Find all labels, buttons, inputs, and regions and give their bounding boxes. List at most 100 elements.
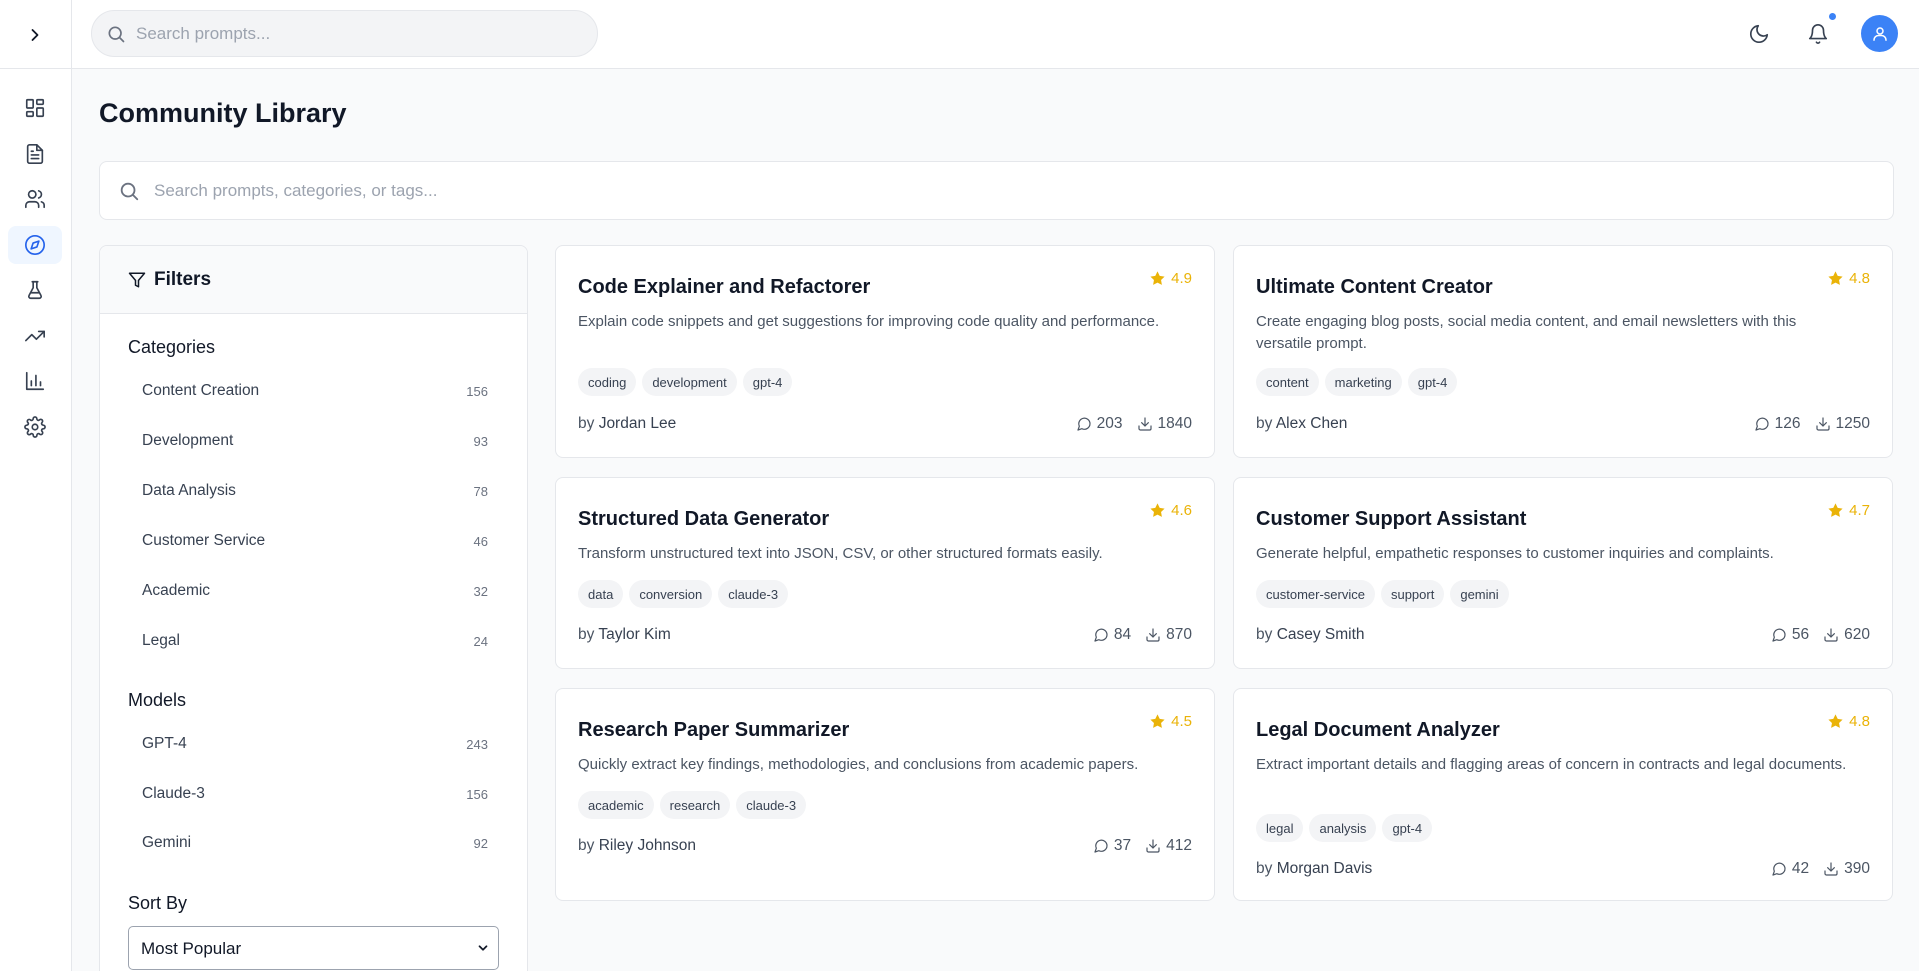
downloads-stat: 412 xyxy=(1145,837,1192,855)
category-count: 156 xyxy=(466,383,488,399)
prompt-card[interactable]: Structured Data Generator 4.6 Transform … xyxy=(555,477,1215,669)
tag[interactable]: customer-service xyxy=(1256,580,1375,608)
card-author: by Riley Johnson xyxy=(578,837,696,855)
tag[interactable]: gpt-4 xyxy=(742,368,793,396)
downloads-stat: 390 xyxy=(1823,860,1870,878)
prompt-card[interactable]: Customer Support Assistant 4.7 Generate … xyxy=(1233,477,1893,669)
card-tags: customer-service support gemini xyxy=(1256,580,1509,608)
author-name[interactable]: Alex Chen xyxy=(1276,415,1348,432)
dashboard-icon xyxy=(25,98,45,118)
category-item[interactable]: Legal 24 xyxy=(142,629,488,653)
downloads-stat: 1840 xyxy=(1137,415,1192,433)
prompt-card[interactable]: Legal Document Analyzer 4.8 Extract impo… xyxy=(1233,688,1893,901)
comments-stat: 84 xyxy=(1093,626,1131,644)
comments-count: 203 xyxy=(1096,415,1123,432)
author-name[interactable]: Jordan Lee xyxy=(599,415,677,432)
users-icon xyxy=(25,189,45,209)
card-stats: 37 412 xyxy=(1093,837,1192,855)
category-item[interactable]: Content Creation 156 xyxy=(142,379,488,403)
category-count: 93 xyxy=(473,433,488,449)
topbar xyxy=(72,0,1919,69)
card-description: Explain code snippets and get suggestion… xyxy=(578,313,1160,330)
tag[interactable]: gpt-4 xyxy=(1407,368,1458,396)
category-item[interactable]: Development 93 xyxy=(142,429,488,453)
card-title[interactable]: Customer Support Assistant xyxy=(1256,508,1526,531)
sidebar-item-explore[interactable] xyxy=(8,225,62,264)
sidebar-item-trending[interactable] xyxy=(8,317,62,355)
tag[interactable]: research xyxy=(659,791,731,819)
card-author: by Casey Smith xyxy=(1256,626,1365,644)
sidebar-item-documents[interactable] xyxy=(8,135,62,173)
card-rating: 4.7 xyxy=(1827,502,1870,519)
tag[interactable]: coding xyxy=(578,368,637,396)
tag[interactable]: claude-3 xyxy=(736,791,807,819)
star-icon xyxy=(1150,271,1165,285)
comments-stat: 56 xyxy=(1771,626,1809,644)
star-icon xyxy=(1150,714,1165,728)
download-icon xyxy=(1137,417,1152,431)
tag[interactable]: development xyxy=(642,368,737,396)
card-stats: 203 1840 xyxy=(1076,415,1192,433)
tag[interactable]: claude-3 xyxy=(718,580,789,608)
tag[interactable]: support xyxy=(1380,580,1445,608)
tag[interactable]: analysis xyxy=(1309,814,1377,842)
tag[interactable]: gemini xyxy=(1450,580,1509,608)
comments-stat: 203 xyxy=(1076,415,1123,433)
downloads-count: 870 xyxy=(1166,626,1192,643)
author-name[interactable]: Taylor Kim xyxy=(598,626,670,643)
card-rating: 4.9 xyxy=(1149,270,1192,287)
model-item[interactable]: Gemini 92 xyxy=(142,831,488,855)
library-search-input[interactable] xyxy=(154,162,1854,219)
sidebar-item-lab[interactable] xyxy=(8,271,62,309)
card-rating: 4.5 xyxy=(1149,713,1192,730)
author-prefix: by xyxy=(578,415,595,432)
notifications-button[interactable] xyxy=(1800,16,1836,52)
sidebar-item-settings[interactable] xyxy=(8,408,62,446)
tag[interactable]: marketing xyxy=(1324,368,1402,396)
download-icon xyxy=(1824,628,1838,642)
tag[interactable]: legal xyxy=(1256,814,1304,842)
sidebar-item-dashboard[interactable] xyxy=(8,89,62,127)
category-item[interactable]: Customer Service 46 xyxy=(142,529,488,553)
tag[interactable]: gpt-4 xyxy=(1382,814,1433,842)
model-label: GPT-4 xyxy=(142,735,187,752)
tag[interactable]: conversion xyxy=(629,580,713,608)
card-title[interactable]: Legal Document Analyzer xyxy=(1256,719,1500,742)
tag[interactable]: academic xyxy=(578,791,654,819)
card-author: by Taylor Kim xyxy=(578,626,671,644)
sidebar-item-users[interactable] xyxy=(8,180,62,218)
card-title[interactable]: Ultimate Content Creator xyxy=(1256,276,1493,299)
author-name[interactable]: Riley Johnson xyxy=(599,837,696,854)
card-rating: 4.6 xyxy=(1149,502,1192,519)
model-item[interactable]: Claude-3 156 xyxy=(142,782,488,806)
theme-toggle-button[interactable] xyxy=(1741,16,1777,52)
tag[interactable]: data xyxy=(578,580,624,608)
sidebar-toggle-button[interactable] xyxy=(20,20,50,50)
trending-icon xyxy=(25,330,45,341)
compass-icon xyxy=(25,234,45,255)
prompt-card[interactable]: Research Paper Summarizer 4.5 Quickly ex… xyxy=(555,688,1215,901)
category-item[interactable]: Academic 32 xyxy=(142,579,488,603)
global-search-input[interactable] xyxy=(136,11,576,56)
category-label: Customer Service xyxy=(142,532,266,549)
card-title[interactable]: Structured Data Generator xyxy=(578,508,829,531)
card-title[interactable]: Code Explainer and Refactorer xyxy=(578,276,870,299)
sort-select[interactable]: Most Popular xyxy=(128,926,499,970)
card-tags: content marketing gpt-4 xyxy=(1256,368,1458,396)
author-name[interactable]: Morgan Davis xyxy=(1277,860,1373,877)
category-label: Academic xyxy=(142,582,211,599)
card-title[interactable]: Research Paper Summarizer xyxy=(578,719,849,742)
model-item[interactable]: GPT-4 243 xyxy=(142,732,488,756)
prompt-card[interactable]: Code Explainer and Refactorer 4.9 Explai… xyxy=(555,245,1215,458)
tag[interactable]: content xyxy=(1256,368,1319,396)
category-item[interactable]: Data Analysis 78 xyxy=(142,479,488,503)
downloads-count: 390 xyxy=(1844,860,1870,877)
sidebar-item-analytics[interactable] xyxy=(8,362,62,400)
prompt-card[interactable]: Ultimate Content Creator 4.8 Create enga… xyxy=(1233,245,1893,458)
download-icon xyxy=(1815,417,1830,431)
author-name[interactable]: Casey Smith xyxy=(1277,626,1365,643)
sidebar xyxy=(0,0,72,971)
user-avatar[interactable] xyxy=(1861,15,1898,52)
settings-icon xyxy=(24,415,46,438)
comments-count: 37 xyxy=(1113,837,1132,854)
